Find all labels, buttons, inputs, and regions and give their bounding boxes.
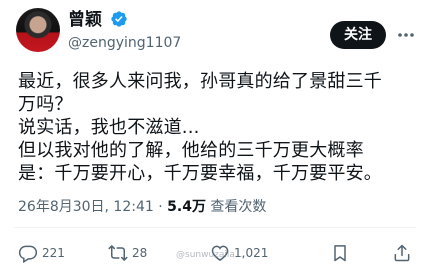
reply-count: 221 xyxy=(42,246,65,260)
user-handle[interactable]: @zengying1107 xyxy=(68,34,181,52)
bookmark-icon xyxy=(334,245,346,262)
tweet-text: 最近，很多人来问我，孙哥真的给了景甜三千 万吗？ 说实话，我也不滋道... 但以… xyxy=(18,71,382,184)
share-button[interactable] xyxy=(392,243,412,263)
reply-icon xyxy=(18,245,38,263)
follow-button[interactable]: 关注 xyxy=(330,21,386,49)
retweet-count: 28 xyxy=(132,246,148,260)
avatar[interactable] xyxy=(16,8,60,52)
retweet-icon xyxy=(108,245,128,261)
verified-badge-icon xyxy=(111,11,127,27)
more-icon[interactable] xyxy=(396,27,416,43)
display-name[interactable]: 曾颖 xyxy=(68,10,102,30)
divider xyxy=(14,227,416,228)
watermark: @sunwuzaila... xyxy=(176,250,244,260)
retweet-button[interactable]: 28 xyxy=(108,243,147,263)
tweet-meta: 26年8月30日, 12:41 · 5.4万 查看次数 xyxy=(18,198,266,216)
bookmark-button[interactable] xyxy=(330,243,350,263)
share-icon xyxy=(394,244,410,262)
views-count: 5.4万 xyxy=(167,199,206,215)
timestamp[interactable]: 26年8月30日, 12:41 · xyxy=(18,199,167,215)
views-label: 查看次数 xyxy=(205,199,267,215)
tweet-card: 曾颖 @zengying1107 关注 最近，很多人来问我，孙哥真的给了景甜三千… xyxy=(0,0,424,270)
reply-button[interactable]: 221 xyxy=(18,243,65,263)
